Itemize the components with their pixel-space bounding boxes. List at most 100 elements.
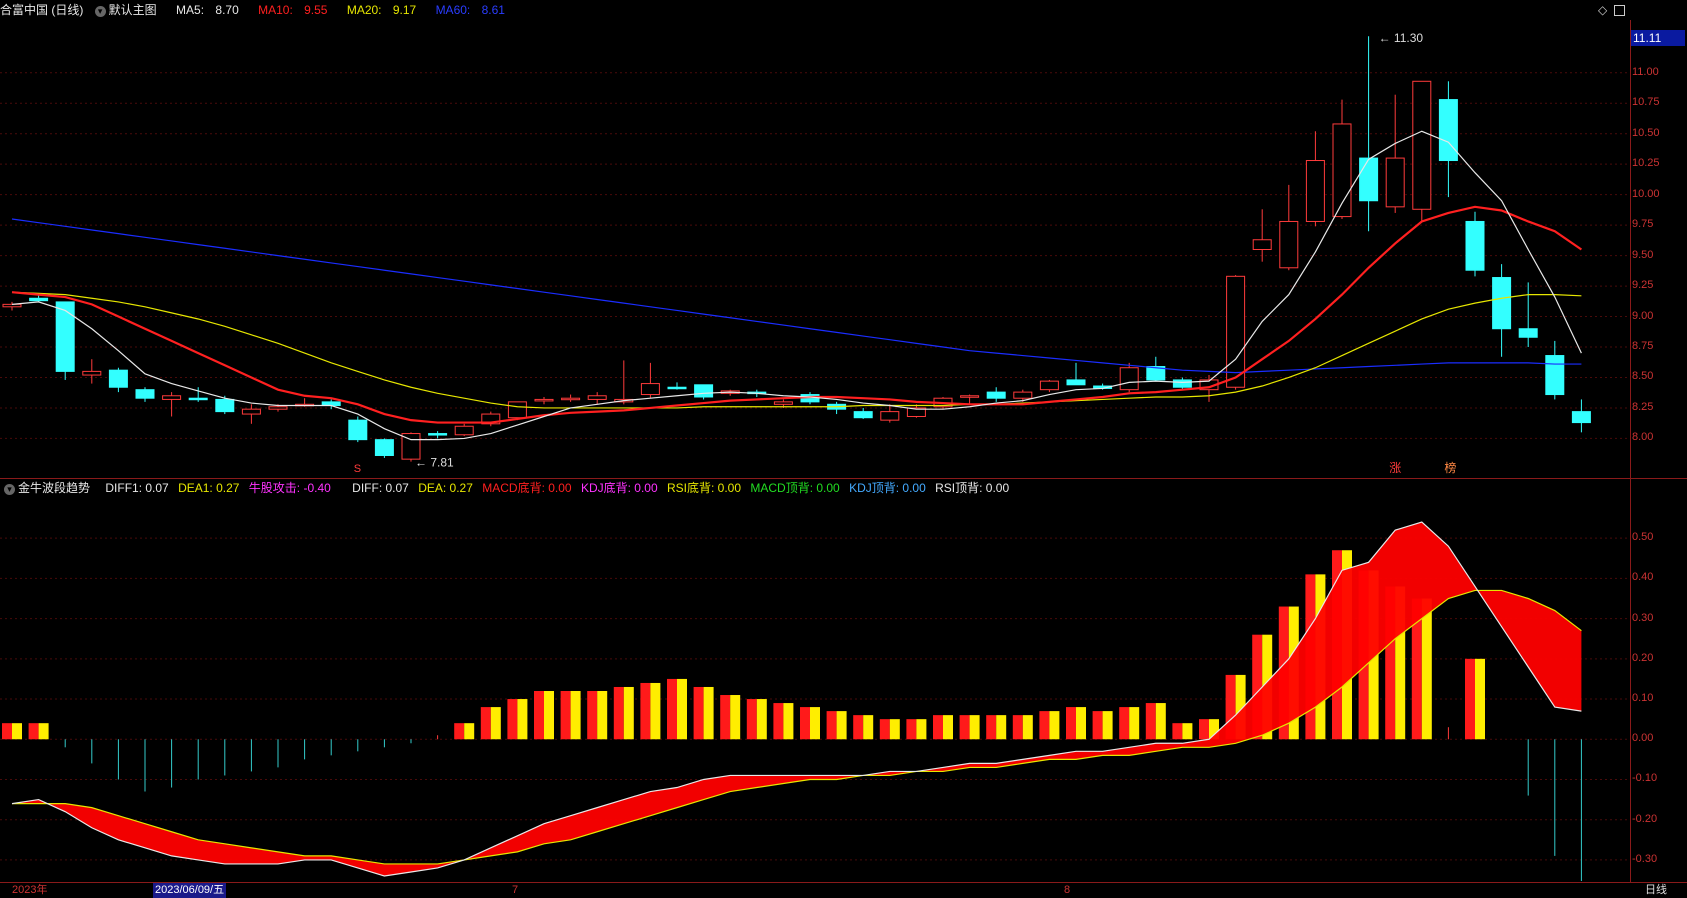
diff1-value: DIFF1: 0.07 bbox=[105, 481, 169, 495]
price-tick-label: 10.50 bbox=[1632, 126, 1660, 139]
candle-body bbox=[241, 408, 261, 415]
macd-bar-red bbox=[720, 695, 731, 740]
macd-bar-red bbox=[454, 723, 465, 740]
main-chart-header: 合富中国 (日线) ▾ 默认主图 MA5: 8.70 MA10: 9.55 MA2… bbox=[0, 0, 1630, 20]
candle-body bbox=[1039, 380, 1059, 391]
date-selected: 2023/06/09/五 bbox=[153, 883, 227, 898]
macd-tick-label: -0.30 bbox=[1632, 852, 1658, 865]
macd-bar-yellow bbox=[836, 711, 847, 740]
diamond-icon[interactable]: ◇ bbox=[1598, 3, 1607, 17]
ma10-line bbox=[11, 205, 1583, 424]
candle-body bbox=[1385, 157, 1405, 208]
candle-body bbox=[880, 411, 900, 421]
price-tick-label: 9.75 bbox=[1632, 218, 1654, 231]
rsi-bottom-value: RSI底背: 0.00 bbox=[666, 481, 742, 495]
candle-body bbox=[1252, 239, 1272, 250]
macd-tick-label: -0.20 bbox=[1632, 812, 1658, 825]
candle-body bbox=[348, 419, 368, 441]
price-tick-label: 8.25 bbox=[1632, 400, 1654, 413]
chevron-down-icon: ▾ bbox=[94, 6, 106, 17]
macd-tick-label: 0.40 bbox=[1632, 571, 1654, 584]
macd-bar-red bbox=[1119, 707, 1130, 740]
indicator-selector[interactable]: ▾ 金牛波段趋势 bbox=[0, 481, 96, 495]
ma10-legend: MA10: 9.55 bbox=[258, 3, 328, 17]
date-year: 2023年 bbox=[12, 884, 48, 896]
macd-bar-red bbox=[1199, 719, 1209, 740]
macd-bar-red bbox=[2, 723, 12, 740]
candle-body bbox=[1066, 379, 1086, 386]
macd-bar-yellow bbox=[996, 715, 1007, 740]
macd-bar-yellow bbox=[916, 719, 927, 740]
macd-bar-yellow bbox=[1102, 711, 1113, 740]
macd-bar-red bbox=[507, 699, 518, 740]
macd-chart[interactable] bbox=[0, 498, 1630, 881]
macd-bar-yellow bbox=[544, 691, 554, 740]
candle-body bbox=[1305, 160, 1325, 222]
macd-bar-red bbox=[826, 711, 837, 740]
candlestick-chart[interactable]: ← 11.30 ← 7.81 S 涨 榜 bbox=[0, 20, 1630, 480]
macd-bar-red bbox=[693, 686, 704, 740]
candle-body bbox=[1359, 157, 1379, 202]
candle-body bbox=[561, 397, 581, 401]
price-tick-label: 11.00 bbox=[1632, 65, 1659, 78]
ma5-legend: MA5: 8.70 bbox=[176, 3, 239, 17]
signal-bang-marker: 榜 bbox=[1444, 460, 1456, 475]
macd-bar-red bbox=[800, 707, 810, 740]
candle-body bbox=[960, 395, 980, 398]
candle-body bbox=[667, 386, 687, 390]
macd-bar-red bbox=[534, 691, 544, 740]
macd-bar-red bbox=[587, 691, 598, 740]
diff-value: DIFF: 0.07 bbox=[352, 481, 409, 495]
macd-bar-red bbox=[773, 703, 784, 740]
candle-body bbox=[55, 301, 75, 372]
macd-bar-yellow bbox=[650, 682, 661, 740]
macd-bar-red bbox=[28, 723, 39, 740]
macd-bar-red bbox=[853, 715, 864, 740]
macd-bar-yellow bbox=[810, 707, 820, 740]
macd-bar-yellow bbox=[490, 707, 501, 740]
candle-body bbox=[1172, 379, 1192, 388]
date-month-8: 8 bbox=[1064, 884, 1071, 896]
macd-bar-yellow bbox=[1155, 703, 1166, 740]
macd-bar-red bbox=[879, 719, 890, 740]
price-tick-label: 9.00 bbox=[1632, 309, 1654, 322]
macd-bar-yellow bbox=[597, 691, 608, 740]
candle-body bbox=[2, 303, 22, 308]
high-price-label: ← 11.30 bbox=[1379, 31, 1424, 45]
price-tick-label: 9.50 bbox=[1632, 248, 1654, 261]
macd-bar-yellow bbox=[703, 686, 714, 740]
candle-body bbox=[1465, 220, 1485, 271]
macd-bar-yellow bbox=[783, 703, 794, 740]
window-restore-icon[interactable] bbox=[1614, 5, 1625, 16]
macd-bar-yellow bbox=[12, 723, 22, 740]
candle-body bbox=[1279, 220, 1299, 269]
macd-bar-yellow bbox=[1421, 598, 1432, 740]
candle-body bbox=[215, 398, 235, 413]
candle-body bbox=[135, 389, 155, 399]
macd-bar-yellow bbox=[863, 715, 874, 740]
macd-bar-red bbox=[933, 715, 943, 740]
rsi-top-value: RSI顶背: 0.00 bbox=[935, 481, 1010, 495]
macd-bar-yellow bbox=[1182, 723, 1193, 740]
price-tick-label: 8.00 bbox=[1632, 431, 1654, 444]
period-button[interactable]: 日线 bbox=[1645, 883, 1667, 898]
macd-tick-label: 0.20 bbox=[1632, 651, 1654, 664]
date-month-7: 7 bbox=[512, 884, 519, 896]
template-selector[interactable]: ▾ 默认主图 bbox=[94, 3, 168, 17]
macd-bar-yellow bbox=[730, 695, 741, 740]
stock-title[interactable]: 合富中国 (日线) bbox=[0, 3, 83, 17]
macd-bar-red bbox=[640, 682, 651, 740]
template-label: 默认主图 bbox=[108, 3, 157, 17]
macd-tick-label: 0.30 bbox=[1632, 611, 1654, 624]
macd-tick-label: -0.10 bbox=[1632, 772, 1658, 785]
candle-body bbox=[162, 395, 182, 400]
indicator-header: ▾ 金牛波段趋势 DIFF1: 0.07 DEA1: 0.27 牛股攻击: -0.… bbox=[0, 478, 1015, 498]
bull-attack-value: 牛股攻击: -0.40 bbox=[248, 481, 331, 495]
candle-body bbox=[1412, 80, 1432, 210]
dea1-value: DEA1: 0.27 bbox=[178, 481, 240, 495]
date-axis: 2023年 2023/06/09/五 7 8 日线 bbox=[0, 883, 1687, 898]
macd-bar-yellow bbox=[943, 715, 953, 740]
signal-s-marker: S bbox=[354, 463, 361, 475]
macd-bar-red bbox=[1012, 715, 1023, 740]
candle-body bbox=[268, 406, 288, 410]
